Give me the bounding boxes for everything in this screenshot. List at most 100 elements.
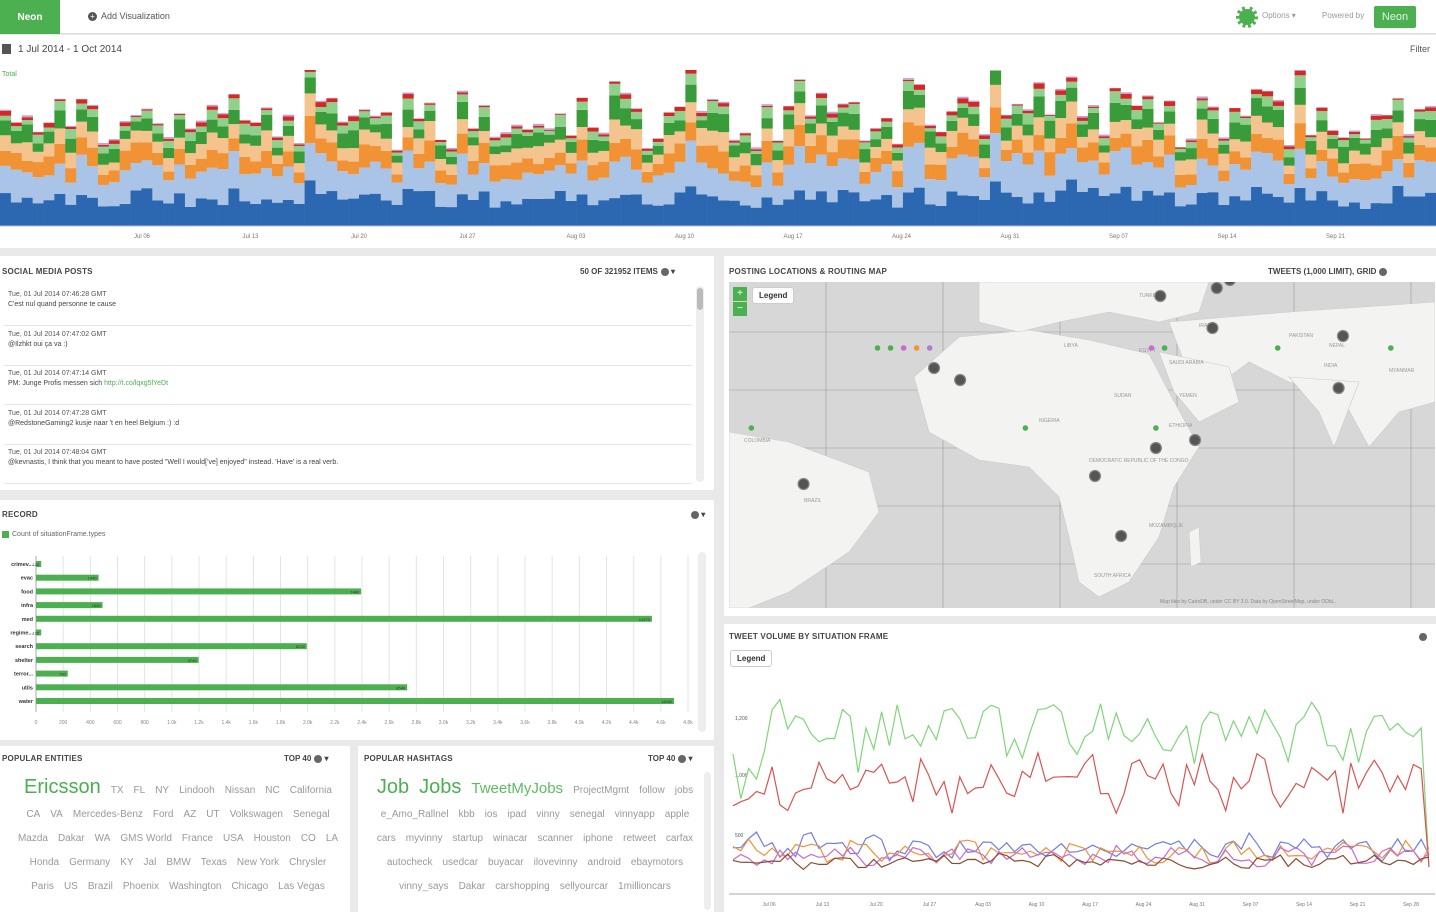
timeline-bar-segment[interactable] [935, 205, 947, 226]
timeline-bar-segment[interactable] [1207, 107, 1219, 111]
timeline-bar-segment[interactable] [630, 149, 643, 170]
timeline-bar-segment[interactable] [1000, 192, 1013, 226]
timeline-bar-segment[interactable] [1153, 195, 1165, 226]
timeline-bar-segment[interactable] [1120, 98, 1132, 105]
timeline-bar-segment[interactable] [1251, 94, 1263, 99]
timeline-bar-segment[interactable] [10, 169, 23, 203]
timeline-bar-segment[interactable] [446, 151, 458, 157]
timeline-bar-segment[interactable] [1044, 201, 1056, 226]
map-point-marker[interactable] [887, 345, 894, 351]
timeline-bar-segment[interactable] [1185, 138, 1197, 141]
timeline-bar-segment[interactable] [957, 98, 969, 104]
timeline-bar-segment[interactable] [1011, 104, 1023, 106]
timeline-bar-segment[interactable] [206, 104, 218, 107]
timeline-bar-segment[interactable] [184, 164, 197, 179]
word-cloud-term[interactable]: TX [111, 780, 124, 802]
timeline-bar-segment[interactable] [152, 165, 164, 201]
post-item[interactable]: Tue, 01 Jul 2014 07:48:04 GMT @kevnastis,… [4, 445, 692, 484]
timeline-bar-segment[interactable] [1392, 98, 1404, 100]
timeline-bar-segment[interactable] [141, 108, 153, 110]
timeline-bar-segment[interactable] [337, 160, 349, 172]
timeline-bar-segment[interactable] [261, 114, 273, 131]
timeline-bar-segment[interactable] [1348, 130, 1361, 132]
timeline-bar-segment[interactable] [1403, 137, 1415, 143]
timeline-bar-segment[interactable] [1185, 140, 1197, 143]
timeline-bar-segment[interactable] [1240, 200, 1252, 226]
word-cloud-term[interactable]: CO [301, 828, 316, 850]
timeline-bar-segment[interactable] [685, 70, 697, 74]
timeline-bar-segment[interactable] [402, 137, 414, 151]
timeline-bar-segment[interactable] [620, 156, 632, 195]
timeline-bar-segment[interactable] [1142, 99, 1154, 109]
timeline-bar-segment[interactable] [783, 106, 795, 111]
word-cloud-term[interactable]: iphone [583, 828, 613, 850]
timeline-bar-segment[interactable] [783, 199, 795, 226]
word-cloud-term[interactable]: Texas [201, 852, 227, 874]
timeline-bar-segment[interactable] [1348, 150, 1361, 164]
timeline-bar-segment[interactable] [663, 172, 675, 205]
word-cloud-term[interactable]: retweet [623, 828, 656, 850]
timeline-bar-segment[interactable] [1251, 133, 1263, 152]
timeline-bar-segment[interactable] [1359, 180, 1372, 209]
timeline-bar-segment[interactable] [119, 122, 131, 127]
timeline-bar-segment[interactable] [304, 71, 316, 78]
timeline-bar-segment[interactable] [369, 161, 382, 194]
word-cloud-term[interactable]: AZ [183, 804, 196, 826]
timeline-bar-segment[interactable] [1251, 89, 1263, 95]
timeline-bar-segment[interactable] [413, 138, 425, 154]
timeline-bar-segment[interactable] [456, 194, 469, 226]
timeline-bar-segment[interactable] [979, 144, 991, 159]
timeline-bar-segment[interactable] [217, 118, 229, 127]
timeline-bar-segment[interactable] [772, 141, 784, 143]
timeline-bar-segment[interactable] [1359, 138, 1372, 140]
timeline-bar-segment[interactable] [293, 172, 305, 184]
timeline-bar-segment[interactable] [500, 152, 512, 166]
timeline-bar-segment[interactable] [435, 145, 447, 159]
timeline-bar-segment[interactable] [76, 195, 88, 226]
timeline-bar-segment[interactable] [739, 135, 751, 143]
word-cloud-term[interactable]: Nissan [225, 780, 256, 802]
timeline-bar-segment[interactable] [478, 131, 490, 143]
timeline-bar-segment[interactable] [761, 162, 773, 198]
timeline-bar-segment[interactable] [1316, 149, 1328, 162]
timeline-bar-segment[interactable] [1098, 136, 1110, 139]
timeline-bar-segment[interactable] [1207, 110, 1219, 119]
timeline-bar-segment[interactable] [293, 163, 305, 173]
word-cloud-term[interactable]: myvinny [406, 828, 443, 850]
timeline-bar-segment[interactable] [174, 148, 186, 165]
map-point-marker[interactable] [874, 345, 881, 351]
timeline-bar-segment[interactable] [728, 142, 741, 146]
timeline-bar-segment[interactable] [750, 175, 762, 188]
timeline-bar-segment[interactable] [641, 162, 654, 172]
timeline-bar-segment[interactable] [696, 120, 708, 129]
timeline-bar-segment[interactable] [859, 140, 871, 142]
timeline-bar-segment[interactable] [293, 203, 305, 226]
timeline-bar-segment[interactable] [1174, 160, 1187, 175]
timeline-bar-segment[interactable] [685, 122, 697, 141]
timeline-bar-segment[interactable] [576, 126, 588, 140]
timeline-bar-segment[interactable] [924, 164, 936, 180]
timeline-bar-segment[interactable] [65, 126, 77, 129]
timeline-bar-segment[interactable] [1240, 118, 1252, 125]
timeline-bar-segment[interactable] [522, 135, 534, 148]
timeline-bar-segment[interactable] [228, 94, 240, 99]
timeline-bar-segment[interactable] [826, 202, 838, 226]
word-cloud-term[interactable]: Dakar [459, 876, 486, 898]
timeline-bar-segment[interactable] [467, 131, 479, 138]
timeline-bar-segment[interactable] [543, 198, 556, 226]
timeline-bar-segment[interactable] [467, 199, 479, 226]
timeline-bar-segment[interactable] [54, 110, 66, 129]
timeline-bar-segment[interactable] [43, 156, 55, 176]
timeline-bar-segment[interactable] [1164, 111, 1176, 124]
timeline-bar-segment[interactable] [924, 125, 936, 129]
timeline-bar-segment[interactable] [239, 143, 251, 157]
timeline-bar-segment[interactable] [750, 147, 762, 150]
timeline-bar-segment[interactable] [119, 138, 131, 151]
timeline-bar-segment[interactable] [1066, 148, 1078, 180]
timeline-bar-segment[interactable] [663, 112, 675, 117]
timeline-bar-segment[interactable] [902, 146, 915, 193]
timeline-bar-segment[interactable] [1370, 178, 1382, 204]
timeline-bar-segment[interactable] [152, 123, 164, 125]
timeline-bar-segment[interactable] [195, 126, 207, 132]
timeline-bar-segment[interactable] [794, 79, 806, 80]
